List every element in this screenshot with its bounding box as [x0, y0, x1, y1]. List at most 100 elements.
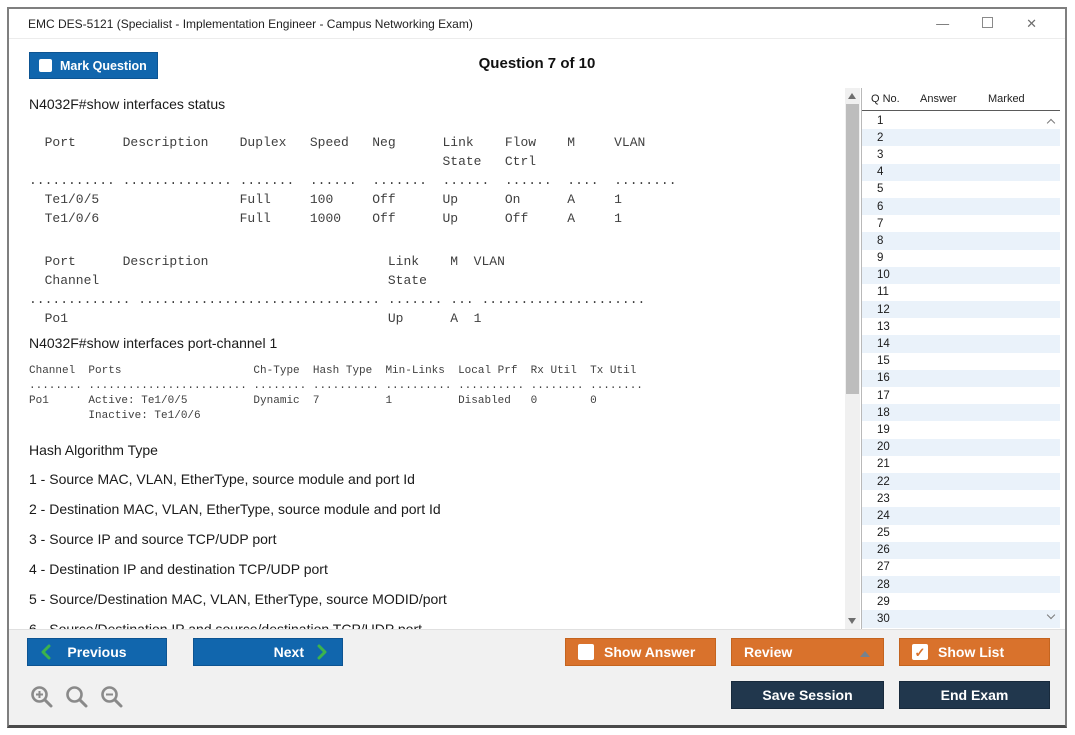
question-number: 15 — [862, 355, 890, 367]
footer-bar: Previous Next Show Answer Review ✓ Show … — [9, 629, 1065, 725]
scrollbar-thumb[interactable] — [846, 104, 859, 394]
scroll-down-icon[interactable] — [848, 618, 856, 624]
list-scroll-up-icon[interactable] — [1047, 118, 1055, 126]
content-scrollbar[interactable] — [845, 88, 860, 629]
end-exam-label: End Exam — [941, 687, 1009, 703]
question-list-row[interactable]: 25 — [862, 525, 1060, 542]
show-list-checkbox[interactable]: ✓ — [912, 644, 928, 660]
review-label: Review — [744, 644, 792, 660]
previous-label: Previous — [67, 644, 126, 660]
question-number: 4 — [862, 166, 883, 178]
question-number: 24 — [862, 510, 890, 522]
question-list-row[interactable]: 17 — [862, 387, 1060, 404]
maximize-icon[interactable] — [982, 17, 993, 30]
show-answer-button[interactable]: Show Answer — [565, 638, 716, 666]
question-content: N4032F#show interfaces status Port Descr… — [19, 87, 841, 629]
question-number: 11 — [862, 286, 889, 298]
question-number: 20 — [862, 441, 890, 453]
mark-question-checkbox[interactable] — [39, 59, 52, 72]
mark-question-button[interactable]: Mark Question — [29, 52, 158, 79]
end-exam-button[interactable]: End Exam — [899, 681, 1050, 709]
question-list-row[interactable]: 18 — [862, 404, 1060, 421]
zoom-in-icon[interactable] — [29, 684, 55, 710]
question-list-row[interactable]: 9 — [862, 250, 1060, 267]
check-icon: ✓ — [915, 646, 926, 659]
save-session-label: Save Session — [762, 687, 852, 703]
question-list-row[interactable]: 27 — [862, 559, 1060, 576]
review-button[interactable]: Review — [731, 638, 884, 666]
hash-type-item: 2 - Destination MAC, VLAN, EtherType, so… — [29, 501, 841, 518]
question-number: 1 — [862, 115, 883, 127]
zoom-out-icon[interactable] — [99, 684, 125, 710]
hash-type-item: 1 - Source MAC, VLAN, EtherType, source … — [29, 471, 841, 488]
zoom-reset-icon[interactable] — [64, 684, 90, 710]
question-list-row[interactable]: 1 — [862, 112, 1060, 129]
scroll-up-icon[interactable] — [848, 93, 856, 99]
question-list-row[interactable]: 19 — [862, 421, 1060, 438]
window-title: EMC DES-5121 (Specialist - Implementatio… — [9, 17, 473, 31]
question-list-row[interactable]: 16 — [862, 370, 1060, 387]
question-number: 28 — [862, 579, 890, 591]
question-list-row[interactable]: 5 — [862, 181, 1060, 198]
question-number: 27 — [862, 561, 890, 573]
hash-algorithm-list: 1 - Source MAC, VLAN, EtherType, source … — [19, 471, 841, 629]
question-list-row[interactable]: 28 — [862, 576, 1060, 593]
question-number: 29 — [862, 596, 890, 608]
hash-type-item: 6 - Source/Destination IP and source/des… — [29, 621, 841, 629]
question-list-row[interactable]: 7 — [862, 215, 1060, 232]
question-number: 10 — [862, 269, 890, 281]
window-controls: — ✕ — [936, 17, 1065, 30]
question-list-row[interactable]: 30 — [862, 610, 1060, 627]
chevron-right-icon — [317, 644, 328, 660]
column-qno: Q No. — [862, 93, 920, 105]
port-channel-summary-table: Port Description Link M VLAN Channel Sta… — [29, 252, 841, 328]
zoom-controls — [29, 684, 125, 710]
question-list-row[interactable]: 21 — [862, 456, 1060, 473]
question-number: 6 — [862, 201, 883, 213]
minimize-icon[interactable]: — — [936, 17, 949, 30]
question-list-row[interactable]: 13 — [862, 318, 1060, 335]
question-list-row[interactable]: 12 — [862, 301, 1060, 318]
question-list-row[interactable]: 20 — [862, 439, 1060, 456]
question-list-row[interactable]: 8 — [862, 232, 1060, 249]
question-list-row[interactable]: 15 — [862, 353, 1060, 370]
hash-type-item: 5 - Source/Destination MAC, VLAN, EtherT… — [29, 591, 841, 608]
previous-button[interactable]: Previous — [27, 638, 167, 666]
question-list-row[interactable]: 4 — [862, 164, 1060, 181]
triangle-up-icon — [860, 651, 870, 657]
chevron-left-icon — [40, 644, 51, 660]
column-marked: Marked — [988, 93, 1048, 105]
column-answer: Answer — [920, 93, 988, 105]
question-list-row[interactable]: 2 — [862, 129, 1060, 146]
question-number: 18 — [862, 407, 890, 419]
question-list-row[interactable]: 3 — [862, 146, 1060, 163]
question-list-row[interactable]: 14 — [862, 335, 1060, 352]
exam-window: EMC DES-5121 (Specialist - Implementatio… — [7, 7, 1067, 728]
question-list-row[interactable]: 26 — [862, 542, 1060, 559]
close-icon[interactable]: ✕ — [1026, 17, 1037, 30]
question-list-row[interactable]: 24 — [862, 507, 1060, 524]
question-list-panel: Q No. Answer Marked 12345678910111213141… — [861, 88, 1060, 629]
question-list-row[interactable]: 22 — [862, 473, 1060, 490]
hash-type-item: 4 - Destination IP and destination TCP/U… — [29, 561, 841, 578]
question-list-rows: 1234567891011121314151617181920212223242… — [862, 112, 1060, 629]
question-number: 2 — [862, 132, 883, 144]
next-button[interactable]: Next — [193, 638, 343, 666]
question-number: 9 — [862, 252, 883, 264]
question-list-row[interactable]: 11 — [862, 284, 1060, 301]
question-list-row[interactable]: 29 — [862, 593, 1060, 610]
show-answer-checkbox[interactable] — [578, 644, 594, 660]
hash-type-item: 3 - Source IP and source TCP/UDP port — [29, 531, 841, 548]
question-list-row[interactable]: 23 — [862, 490, 1060, 507]
save-session-button[interactable]: Save Session — [731, 681, 884, 709]
question-number: 19 — [862, 424, 890, 436]
hash-algorithm-title: Hash Algorithm Type — [29, 442, 841, 458]
question-number: 30 — [862, 613, 890, 625]
question-number: 25 — [862, 527, 890, 539]
question-list-row[interactable]: 6 — [862, 198, 1060, 215]
question-list-row[interactable]: 10 — [862, 267, 1060, 284]
question-number: 23 — [862, 493, 890, 505]
list-scroll-down-icon[interactable] — [1047, 613, 1055, 621]
show-list-button[interactable]: ✓ Show List — [899, 638, 1050, 666]
question-number: 22 — [862, 476, 890, 488]
